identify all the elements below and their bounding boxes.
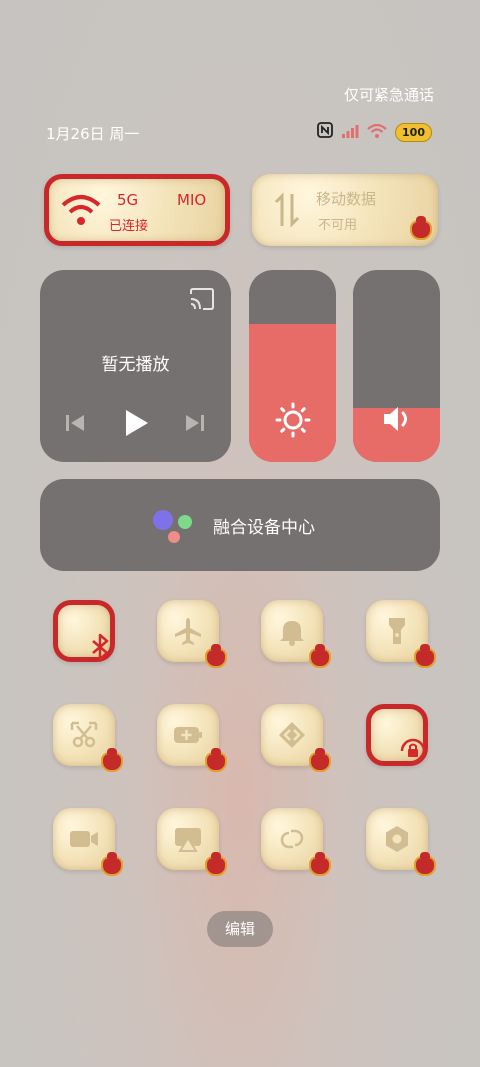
wifi-status-icon [367, 123, 387, 142]
wifi-5g-label: 5G [117, 191, 139, 209]
signal-icon [341, 123, 359, 142]
wifi-icon [61, 193, 101, 231]
volume-slider[interactable] [353, 270, 440, 462]
lucky-bag-icon [414, 852, 436, 876]
battery-badge: 100 [395, 122, 432, 142]
lucky-bag-icon [205, 748, 227, 772]
settings-toggle[interactable] [366, 808, 436, 876]
lucky-bag-icon [410, 216, 432, 240]
wifi-tile[interactable]: 5G MIO 已连接 [44, 174, 230, 246]
status-icons: 100 [317, 122, 432, 142]
lucky-bag-icon [309, 644, 331, 668]
lucky-bag-icon [414, 644, 436, 668]
mobile-data-label: 移动数据 [316, 190, 377, 208]
device-center-icon [152, 509, 194, 549]
link-toggle[interactable] [261, 704, 331, 772]
media-player-card[interactable]: 暂无播放 [40, 270, 231, 462]
data-transfer-icon [274, 192, 300, 232]
nfc-icon [317, 122, 333, 142]
carrier-status: 仅可紧急通话 [343, 86, 434, 104]
wifi-status-label: 已连接 [109, 219, 149, 234]
fusion-label: 融合设备中心 [213, 518, 315, 538]
rotation-lock-toggle[interactable] [366, 704, 428, 766]
screenshot-toggle[interactable] [53, 704, 123, 772]
sun-icon [275, 402, 311, 442]
screen-record-toggle[interactable] [53, 808, 123, 876]
previous-icon[interactable] [64, 412, 86, 438]
wifi-mio-label: MIO [177, 191, 207, 209]
play-icon[interactable] [122, 408, 150, 442]
lucky-bag-icon [309, 748, 331, 772]
bluetooth-toggle[interactable] [53, 600, 115, 662]
date-text: 1月26日 周一 [46, 125, 140, 143]
lucky-bag-icon [101, 748, 123, 772]
screencast-toggle[interactable] [157, 808, 227, 876]
airplane-toggle[interactable] [157, 600, 227, 668]
battery-saver-toggle[interactable] [157, 704, 227, 772]
lucky-bag-icon [205, 644, 227, 668]
ring-toggle[interactable] [261, 600, 331, 668]
cast-icon[interactable] [189, 288, 215, 314]
brightness-slider[interactable] [249, 270, 336, 462]
speaker-icon [381, 404, 413, 438]
next-icon[interactable] [184, 412, 206, 438]
flashlight-toggle[interactable] [366, 600, 436, 668]
hotspot-toggle[interactable] [261, 808, 331, 876]
mobile-data-status: 不可用 [318, 218, 358, 233]
media-title: 暂无播放 [101, 355, 170, 375]
mobile-data-tile[interactable]: 移动数据 不可用 [252, 174, 438, 246]
edit-button[interactable]: 编辑 [207, 911, 273, 947]
lucky-bag-icon [101, 852, 123, 876]
lucky-bag-icon [309, 852, 331, 876]
fusion-device-center[interactable]: 融合设备中心 [40, 479, 440, 571]
lucky-bag-icon [205, 852, 227, 876]
